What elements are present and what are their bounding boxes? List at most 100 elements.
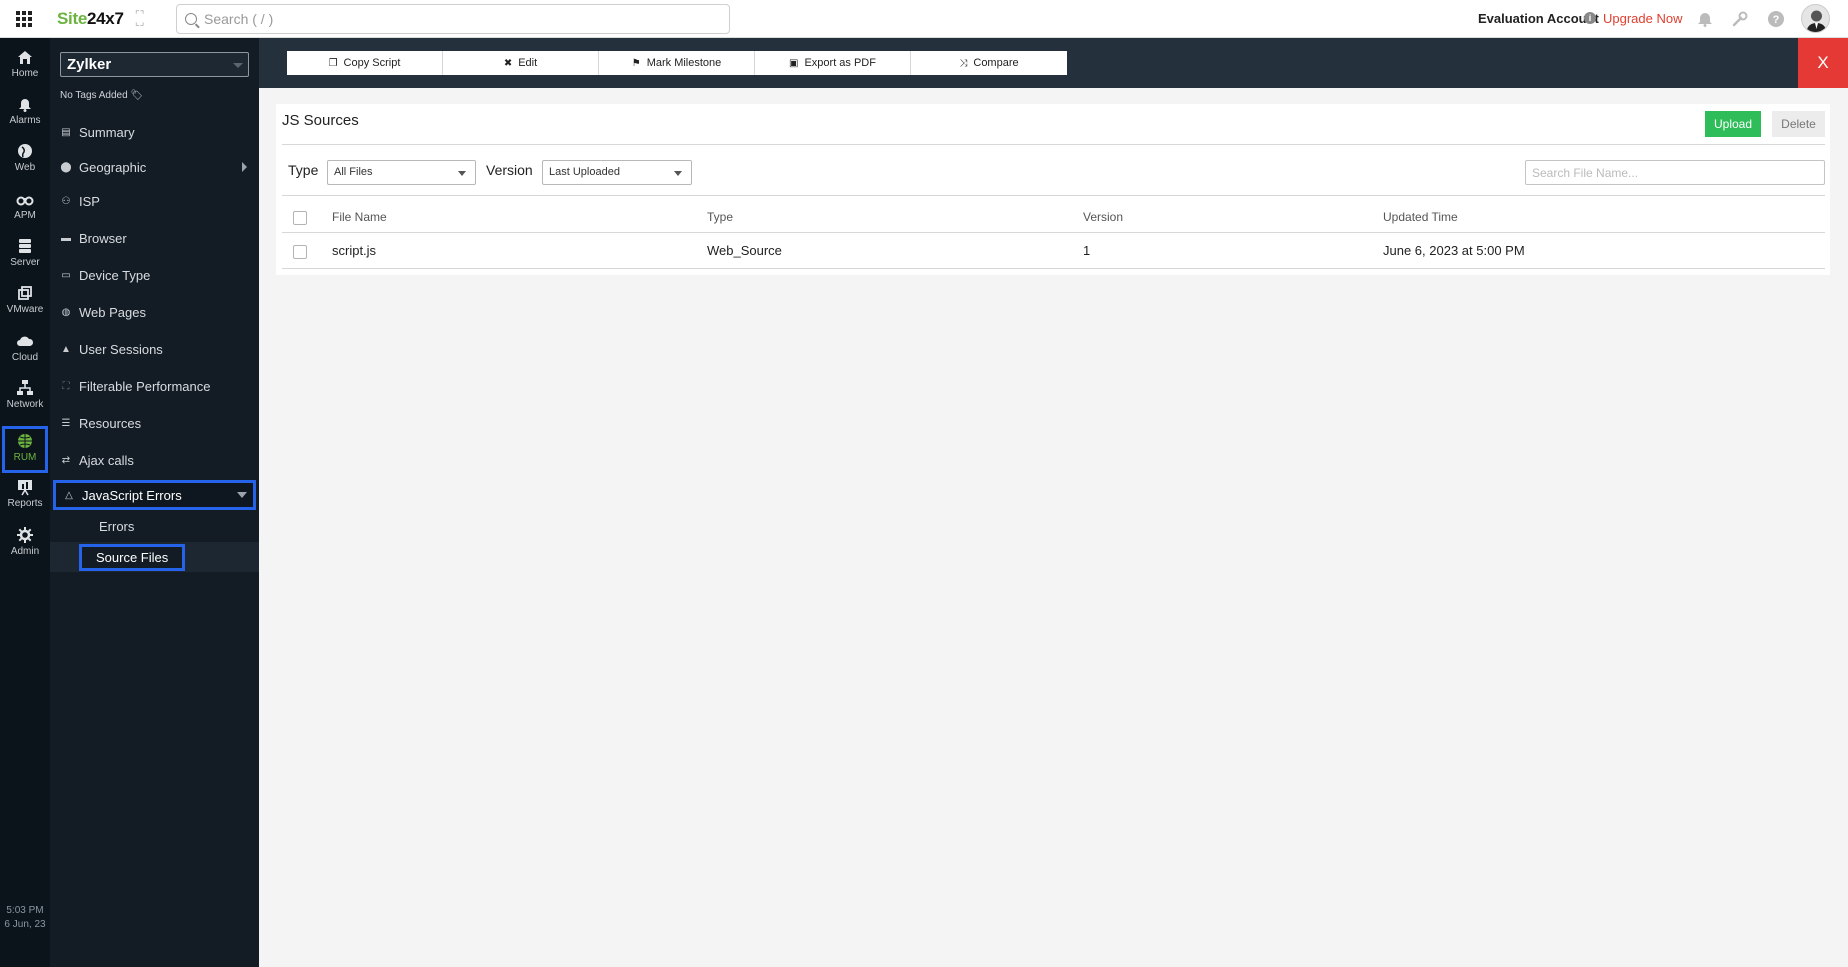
sidebar-item-geographic[interactable]: ⬤ Geographic [60,152,259,182]
document-icon: ▤ [61,126,71,138]
column-header-updated-time[interactable]: Updated Time [1383,210,1458,224]
monitor-selector[interactable]: Zylker [60,52,249,77]
copy-script-button[interactable]: ❐ Copy Script [287,51,443,75]
divider [282,195,1825,196]
export-pdf-button[interactable]: ▣ Export as PDF [755,51,911,75]
tag-icon: 🏷︎ [130,90,144,101]
warning-icon: △ [65,489,73,501]
chevron-down-icon [237,492,247,498]
delete-button[interactable]: Delete [1772,111,1825,137]
sidebar-subitem-source-files[interactable]: Source Files [50,542,259,572]
reports-icon [18,480,32,496]
divider [282,232,1825,233]
select-all-checkbox[interactable] [293,211,307,225]
global-search[interactable] [176,4,730,34]
vmware-icon [18,286,32,300]
refresh-icon: ⇄ [61,454,71,466]
type-filter-label: Type [288,162,319,178]
isp-icon: ⚇ [61,195,71,207]
rail-item-web[interactable]: Web [0,136,50,180]
column-header-file-name[interactable]: File Name [332,210,387,224]
site24x7-logo[interactable]: Site24x7 [57,9,124,29]
type-filter-select[interactable]: All Files [327,160,476,185]
page-title: JS Sources [282,112,359,129]
flag-icon: ⚑ [631,57,641,69]
rail-item-rum[interactable]: RUM [2,426,48,473]
action-toolbar: ❐ Copy Script ✖ Edit ⚑ Mark Milestone ▣ … [259,38,1848,88]
sidebar-item-isp[interactable]: ⚇ ISP [60,186,259,216]
help-icon[interactable]: ? [1766,9,1786,29]
divider [282,268,1825,269]
apps-grid-icon[interactable] [16,11,32,27]
global-search-input[interactable] [204,11,704,27]
notification-bell-icon[interactable] [1695,9,1715,29]
sidebar-item-ajax-calls[interactable]: ⇄ Ajax calls [60,445,259,475]
chevron-down-icon [233,63,243,68]
edit-button[interactable]: ✖ Edit [443,51,599,75]
upload-button[interactable]: Upload [1705,111,1761,137]
sidebar-item-javascript-errors[interactable]: △ JavaScript Errors [53,480,256,510]
chart-icon: ⛶ [62,380,70,392]
close-button[interactable]: X [1798,38,1848,88]
mark-milestone-button[interactable]: ⚑ Mark Milestone [599,51,755,75]
pdf-icon: ▣ [789,57,799,69]
info-icon[interactable]: i [1584,12,1596,24]
location-pin-icon: ⬤ [60,161,72,173]
search-icon [185,13,197,25]
shuffle-icon: ⤨ [959,57,968,69]
rail-item-cloud[interactable]: Cloud [0,326,50,370]
divider [282,144,1825,145]
copy-icon: ❐ [328,57,338,69]
cell-file-name[interactable]: script.js [332,243,376,258]
tags-label[interactable]: No Tags Added 🏷︎ [60,90,143,101]
sidebar-item-device-type[interactable]: ▭ Device Type [60,260,259,290]
file-name-search-input[interactable] [1525,160,1825,185]
wrench-icon[interactable] [1730,9,1750,29]
sidebar-item-summary[interactable]: ▤ Summary [60,117,259,147]
rail-clock: 5:03 PM 6 Jun, 23 [4,905,46,930]
rail-item-network[interactable]: Network [0,373,50,417]
rail-item-vmware[interactable]: VMware [0,278,50,322]
svg-text:?: ? [1773,14,1780,26]
cloud-icon [17,336,34,346]
rail-item-alarms[interactable]: Alarms [0,89,50,133]
sidebar-item-filterable-performance[interactable]: ⛶ Filterable Performance [60,371,259,401]
rail-item-home[interactable]: Home [0,42,50,86]
fullscreen-icon[interactable]: ⌜⌝ ⌞⌟ [135,11,149,28]
top-bar: Site24x7 ⌜⌝⌞⌟ Evaluation Account i Upgra… [0,0,1848,38]
rum-globe-icon [18,434,32,448]
user-icon: ▲ [61,343,71,355]
user-avatar[interactable] [1801,4,1830,33]
column-header-type[interactable]: Type [707,210,733,224]
compare-button[interactable]: ⤨ Compare [911,51,1067,75]
rail-item-reports[interactable]: Reports [0,472,50,516]
database-icon: ☰ [61,417,71,429]
version-filter-select[interactable]: Last Uploaded [542,160,692,185]
server-icon [19,239,31,253]
sidebar-subitem-errors[interactable]: Errors [50,511,259,541]
upgrade-now-link[interactable]: Upgrade Now [1603,11,1683,26]
web-pages-icon: ◍ [61,306,71,318]
sidebar-item-browser[interactable]: ▬ Browser [60,223,259,253]
product-rail: Home Alarms Web APM Server VMware Cloud … [0,38,50,967]
sidebar-item-user-sessions[interactable]: ▲ User Sessions [60,334,259,364]
gear-icon [17,527,33,543]
globe-icon [18,144,32,158]
binoculars-icon [16,196,34,206]
row-checkbox[interactable] [293,245,307,259]
account-label: Evaluation Account [1478,11,1599,26]
js-sources-panel: JS Sources Upload Delete Type All Files … [276,104,1830,275]
edit-icon: ✖ [503,57,513,69]
chevron-down-icon [674,171,682,176]
chevron-right-icon [242,162,247,172]
rail-item-apm[interactable]: APM [0,184,50,228]
rail-item-admin[interactable]: Admin [0,520,50,564]
cell-type: Web_Source [707,243,782,258]
cell-version: 1 [1083,243,1091,258]
browser-icon: ▬ [61,232,71,244]
column-header-version[interactable]: Version [1083,210,1123,224]
bell-icon [19,99,31,112]
sidebar-item-web-pages[interactable]: ◍ Web Pages [60,297,259,327]
rail-item-server[interactable]: Server [0,231,50,275]
sidebar-item-resources[interactable]: ☰ Resources [60,408,259,438]
